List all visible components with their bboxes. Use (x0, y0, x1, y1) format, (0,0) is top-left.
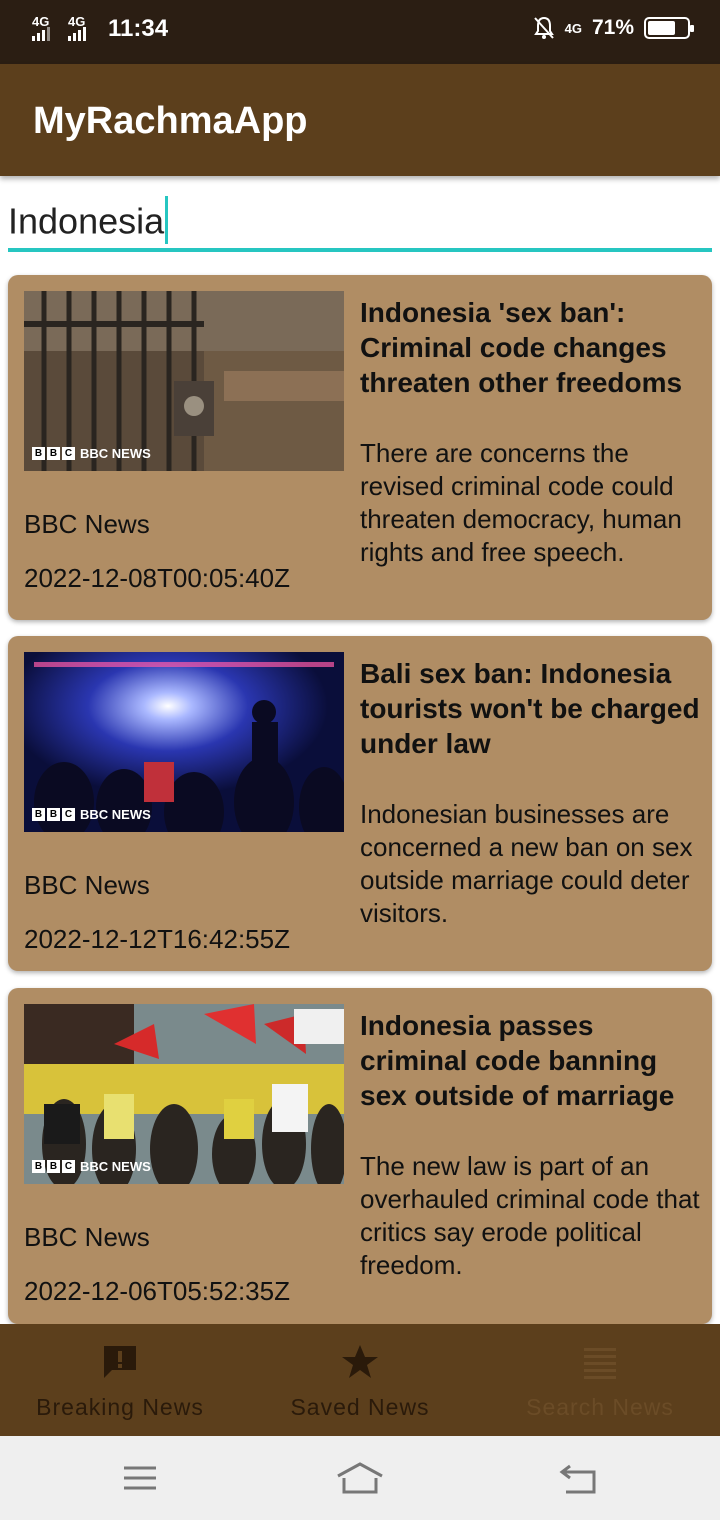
app-title: MyRachmaApp (33, 100, 308, 142)
nav-saved-news[interactable]: Saved News (240, 1324, 480, 1436)
nav-label: Breaking News (36, 1394, 204, 1420)
nav-search-news[interactable]: Search News (480, 1324, 720, 1436)
article-date: 2022-12-08T00:05:40Z (24, 563, 290, 593)
nav-breaking-news[interactable]: Breaking News (0, 1324, 240, 1436)
home-icon[interactable] (330, 1458, 390, 1498)
article-date: 2022-12-06T05:52:35Z (24, 1276, 290, 1306)
article-description: The new law is part of an overhauled cri… (360, 1151, 700, 1280)
list-icon (584, 1348, 616, 1379)
article-image: B B C BBC NEWS (24, 652, 344, 832)
menu-icon[interactable] (110, 1458, 170, 1498)
article-card[interactable]: B B C BBC NEWS Bali sex ban: Indonesia tour… (8, 636, 712, 971)
signal-icon-1: 4G (30, 14, 60, 44)
article-date: 2022-12-12T16:42:55Z (24, 924, 290, 954)
battery-icon (644, 17, 694, 39)
nav-label: Saved News (290, 1394, 430, 1420)
article-title: Bali sex ban: Indonesia tourists won't b… (360, 658, 700, 759)
battery-percent: 71% (591, 16, 634, 39)
bbc-logo: B B C BBC NEWS (32, 1159, 151, 1174)
status-time: 11:34 (108, 15, 169, 42)
article-title: Indonesia passes criminal code banning s… (360, 1010, 675, 1111)
search-value: Indonesia (8, 200, 165, 242)
app-bar: MyRachmaApp (0, 64, 720, 176)
article-source: BBC News (24, 870, 150, 900)
search-input[interactable]: Indonesia (8, 196, 169, 248)
signal-icon-2: 4G (66, 14, 96, 44)
mute-bell-icon (533, 16, 554, 39)
bottom-navigation: Breaking News Saved News Search News (0, 1324, 720, 1436)
article-source: BBC News (24, 509, 150, 539)
prison-cell-image (24, 291, 344, 471)
article-title: Indonesia 'sex ban': Criminal code chang… (360, 297, 683, 398)
status-left: 4G 4G 11:34 (30, 14, 168, 44)
image-label: BBC NEWS (80, 1159, 151, 1174)
article-card[interactable]: B B C BBC NEWS Indonesia passes criminal co… (8, 988, 712, 1324)
back-icon[interactable] (550, 1458, 610, 1498)
system-navigation-bar (0, 1436, 720, 1520)
article-source: BBC News (24, 1222, 150, 1252)
article-card[interactable]: B B C BBC NEWS Indonesia 'sex ban': Crimina… (8, 275, 712, 620)
search-field[interactable]: Indonesia (8, 190, 712, 252)
article-image: B B C BBC NEWS (24, 1004, 344, 1184)
star-icon (342, 1345, 378, 1378)
text-caret (165, 196, 169, 244)
alert-message-icon (104, 1346, 136, 1378)
nav-label: Search News (526, 1394, 674, 1420)
protest-image (24, 1004, 344, 1184)
status-right: 4G 71% (533, 16, 694, 40)
bbc-logo: B B C BBC NEWS (32, 807, 151, 822)
article-description: There are concerns the revised criminal … (360, 438, 682, 567)
network-type: 4G (564, 20, 582, 36)
image-label: BBC NEWS (80, 446, 151, 461)
article-description: Indonesian businesses are concerned a ne… (360, 799, 693, 928)
nightclub-image (24, 652, 344, 832)
article-image: B B C BBC NEWS (24, 291, 344, 471)
bbc-logo: B B C BBC NEWS (32, 446, 151, 461)
image-label: BBC NEWS (80, 807, 151, 822)
status-bar: 4G 4G 11:34 4G 71% (0, 0, 720, 64)
